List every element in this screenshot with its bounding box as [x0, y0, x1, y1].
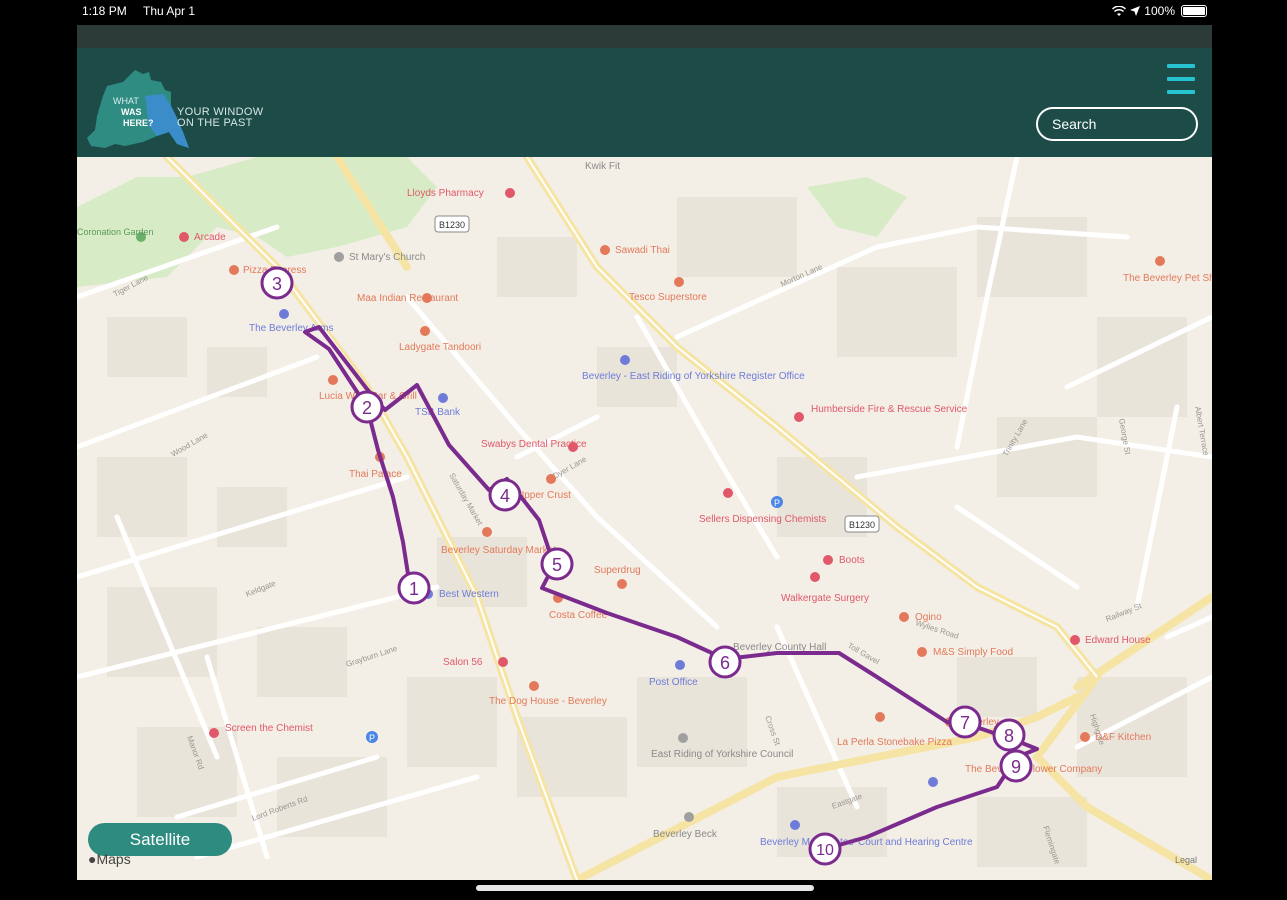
poi-label: Tesco Superstore [629, 292, 707, 303]
menu-bar [1167, 90, 1195, 94]
battery-percent: 100% [1144, 4, 1175, 18]
poi-label: East Riding of Yorkshire Council [651, 749, 793, 760]
what-was-here-logo[interactable]: WHAT WAS HERE? [85, 66, 190, 152]
poi-label: Humberside Fire & Rescue Service [811, 404, 968, 415]
svg-text:P: P [369, 733, 375, 743]
poi-label: The Beverley Flower Company [965, 764, 1102, 775]
poi-label: D&F Kitchen [1095, 732, 1151, 743]
route-stop-3[interactable]: 3 [260, 266, 294, 300]
poi-label: Maa Indian Restaurant [357, 293, 458, 304]
poi-label: Post Office [649, 677, 698, 688]
route-stop-number: 10 [816, 842, 834, 859]
poi-label: Beverley Saturday Market [441, 545, 556, 556]
poi-label: Salon 56 [443, 657, 483, 668]
poi-label: M&S Simply Food [933, 647, 1013, 658]
poi-label: Superdrug [594, 565, 641, 576]
site-header: WHAT WAS HERE? YOUR WINDOW ON THE PAST [77, 48, 1212, 157]
poi-label: Kwik Fit [585, 161, 620, 172]
route-stop-number: 1 [409, 579, 419, 599]
route-stop-5[interactable]: 5 [540, 547, 574, 581]
search-input[interactable] [1036, 107, 1198, 141]
menu-bar [1167, 77, 1195, 81]
route-stop-10[interactable]: 10 [808, 832, 842, 866]
route-stop-number: 5 [552, 555, 562, 575]
poi-label: Swabys Dental Practice [481, 439, 587, 450]
poi-label: Walkergate Surgery [781, 593, 869, 604]
poi-label: Coronation Garden [77, 227, 154, 237]
poi-label: Beverley Beck [653, 829, 718, 840]
status-date: Thu Apr 1 [143, 4, 196, 18]
svg-text:P: P [774, 498, 780, 508]
maps-brand-label: Maps [96, 851, 131, 867]
poi-label: Ogino [915, 612, 942, 623]
tagline: YOUR WINDOW ON THE PAST [177, 107, 263, 129]
road-badge: B1230 [844, 515, 880, 533]
app-screen: WHAT WAS HERE? YOUR WINDOW ON THE PAST S… [77, 25, 1212, 880]
route-stop-number: 9 [1011, 757, 1021, 777]
route-stop-number: 8 [1004, 726, 1014, 746]
route-stop-8[interactable]: 8 [992, 718, 1026, 752]
route-stop-number: 6 [720, 653, 730, 673]
poi-label: Beverley - East Riding of Yorkshire Regi… [582, 371, 805, 382]
poi-pin[interactable]: Kwik Fit [585, 161, 620, 172]
route-stop-2[interactable]: 2 [350, 390, 384, 424]
poi-pin[interactable]: Boots [823, 555, 865, 566]
home-indicator[interactable] [476, 885, 814, 891]
tagline-line2: ON THE PAST [177, 117, 253, 129]
road-badge: B1230 [434, 215, 470, 233]
poi-label: The Dog House - Beverley [489, 696, 607, 707]
poi-label: Sawadi Thai [615, 245, 670, 256]
logo-word-what: WHAT [113, 96, 139, 106]
poi-pin[interactable]: Ogino [899, 612, 942, 623]
menu-bar [1167, 64, 1195, 68]
poi-label: TSB Bank [415, 407, 461, 418]
route-stop-number: 4 [500, 486, 510, 506]
route-stop-7[interactable]: 7 [948, 705, 982, 739]
route-stop-4[interactable]: 4 [488, 478, 522, 512]
route-stop-number: 3 [272, 274, 282, 294]
poi-label: Screen the Chemist [225, 723, 313, 734]
poi-label: Sellers Dispensing Chemists [699, 514, 826, 525]
road-badge-label: B1230 [439, 220, 465, 230]
status-time: 1:18 PM [82, 4, 127, 18]
parking-icon: P [771, 496, 783, 508]
poi-pin[interactable]: Maa Indian Restaurant [357, 293, 458, 304]
location-icon [1130, 6, 1141, 16]
poi-label: Lloyds Pharmacy [407, 188, 484, 199]
poi-label: La Perla Stonebake Pizza [837, 737, 953, 748]
route-stop-number: 2 [362, 398, 372, 418]
parking-icon: P [366, 731, 378, 743]
route-stop-9[interactable]: 9 [999, 749, 1033, 783]
poi-label: Thai Palace [349, 469, 402, 480]
poi-label: St Mary's Church [349, 252, 425, 263]
logo-word-was: WAS [121, 107, 142, 117]
browser-strip [77, 25, 1212, 48]
poi-label: The Beverley Pet Shop [1123, 273, 1212, 284]
logo-word-here: HERE? [123, 118, 154, 128]
poi-pin[interactable]: Arcade [179, 232, 226, 243]
route-stop-1[interactable]: 1 [397, 571, 431, 605]
poi-label: Edward House [1085, 635, 1151, 646]
poi-label: Boots [839, 555, 865, 566]
maps-brand: ●Maps [88, 851, 131, 867]
road-badge-label: B1230 [849, 520, 875, 530]
hamburger-menu-icon[interactable] [1167, 64, 1195, 94]
map-canvas[interactable]: B1230 B1230 Tiger Lane Dyer Lane Saturda… [77, 157, 1212, 880]
route-stop-6[interactable]: 6 [708, 645, 742, 679]
status-bar: 1:18 PM Thu Apr 1 100% [0, 0, 1287, 24]
status-right: 100% [1112, 4, 1207, 18]
legal-link[interactable]: Legal [1175, 855, 1197, 865]
route-stop-number: 7 [960, 713, 970, 733]
wifi-icon [1112, 5, 1127, 16]
map-view[interactable]: B1230 B1230 Tiger Lane Dyer Lane Saturda… [77, 157, 1212, 880]
poi-label: Arcade [194, 232, 226, 243]
battery-icon [1181, 5, 1207, 17]
poi-label: Best Western [439, 589, 499, 600]
poi-label: Ladygate Tandoori [399, 342, 481, 353]
